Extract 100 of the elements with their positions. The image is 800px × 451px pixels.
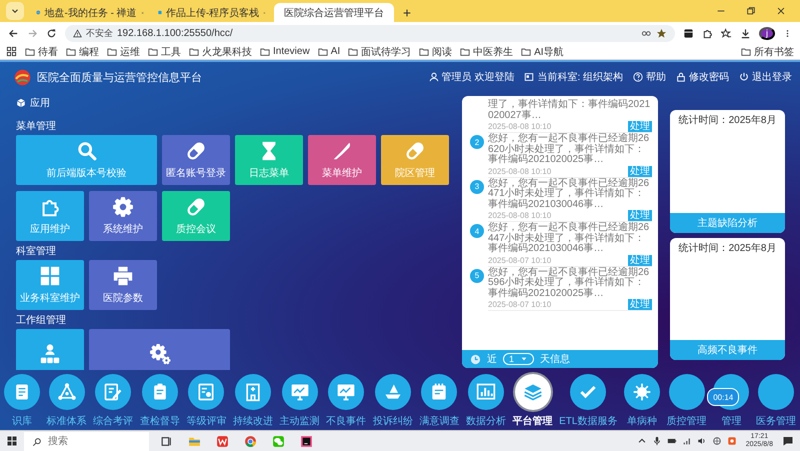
header-link[interactable]: 修改密码 (676, 70, 729, 84)
scalpel-icon (331, 140, 353, 162)
gears-icon (148, 343, 170, 365)
notification-text: 您好，您有一起不良事件已经逾期26620小时未处理了，事件详情如下：事件编码2021020025事… (488, 134, 650, 166)
app-title: 医院全面质量与运营管控信息平台 (37, 70, 202, 84)
module-button[interactable]: ETL数据服务 (559, 374, 618, 428)
header-link[interactable]: 帮助 (633, 70, 666, 84)
bookmark-folder[interactable]: 待看 (25, 44, 58, 58)
restore-icon[interactable] (746, 6, 756, 16)
group-title: 菜单管理 (16, 120, 56, 134)
folder-icon[interactable] (188, 434, 200, 448)
battery-icon[interactable] (666, 436, 677, 446)
address-field[interactable]: 不安全 192.168.1.100:25550/hcc/ (65, 24, 675, 42)
group-title: 科室管理 (16, 244, 56, 259)
bookmark-folder[interactable]: 所有书签 (741, 44, 794, 58)
url-text: 192.168.1.100:25550/hcc/ (117, 28, 234, 38)
star-icon[interactable] (656, 28, 667, 38)
section-title: 应用 (30, 96, 50, 110)
tab-list-button[interactable] (6, 2, 24, 20)
browser-tab[interactable]: 作品上传-程序员客栈 (152, 3, 272, 22)
pill-icon (185, 140, 207, 162)
stat-period: 统计时间：2025年8月 (678, 114, 776, 127)
pill-icon (185, 196, 207, 218)
reload-icon[interactable] (46, 28, 57, 38)
volume-icon[interactable] (696, 436, 707, 446)
notification-time: 2025-08-08 10:10 (488, 211, 552, 220)
header-link[interactable]: 管理员 欢迎登陆 (428, 70, 514, 84)
app-tile[interactable]: 医院参数 (89, 260, 157, 310)
plus-icon[interactable] (402, 8, 412, 18)
bookmark-folder[interactable]: 面试待学习 (348, 44, 412, 58)
clock-icon (470, 354, 481, 364)
folder-icon (148, 46, 158, 56)
number-badge: 2 (470, 135, 484, 149)
bookmark-folder[interactable]: 火龙果科技 (189, 44, 252, 58)
stat-period: 统计时间：2025年8月 (678, 242, 776, 254)
logo-icon (14, 68, 31, 86)
notification-time: 2025-08-08 10:10 (488, 166, 552, 176)
start-icon[interactable] (6, 435, 18, 447)
media-icon[interactable] (683, 28, 694, 38)
browser-icon[interactable] (244, 434, 256, 448)
bookmark-folder[interactable]: AI导航 (521, 44, 564, 58)
notification-text: 理了，事件详情如下：事件编码2021020027事… (488, 100, 652, 121)
browser-tab[interactable]: 医院综合运营管理平台 (274, 3, 394, 22)
notification-icon[interactable] (782, 435, 794, 447)
edit-document-icon (103, 382, 124, 402)
printer-icon (112, 265, 134, 287)
browser-tab[interactable]: 地盘-我的任务 - 禅道 (30, 3, 150, 22)
bookmark-folder[interactable]: 中医养生 (460, 44, 514, 58)
microphone-icon[interactable] (652, 436, 662, 446)
folder-icon (189, 46, 199, 56)
bookmark-folder[interactable]: 工具 (148, 44, 181, 58)
bookmark-folder[interactable]: AI (318, 46, 340, 57)
profile-avatar[interactable]: j (759, 26, 775, 40)
search-icon (32, 436, 42, 446)
app-tile[interactable]: 匿名账号登录 (162, 135, 230, 185)
number-badge: 4 (470, 224, 484, 238)
grid-icon (39, 265, 61, 287)
network-icon (56, 382, 77, 402)
folder-icon (348, 46, 358, 56)
folder-icon (318, 46, 328, 56)
back-icon[interactable] (8, 28, 19, 38)
org-chart-icon (39, 343, 61, 365)
number-badge: 5 (470, 268, 484, 282)
apps-grid-icon[interactable] (6, 46, 17, 57)
security-label: 不安全 (86, 26, 113, 40)
download-icon[interactable] (740, 28, 751, 38)
folder-icon (260, 46, 270, 56)
gear-icon (112, 196, 134, 218)
header-link[interactable]: 当前科室: 组织架构 (524, 70, 623, 84)
app-tile[interactable]: 菜单维护 (308, 135, 376, 185)
power-icon (739, 72, 749, 82)
timer-badge: 00:14 (707, 388, 740, 406)
bookmark-folder[interactable]: 编程 (66, 44, 99, 58)
signal-icon[interactable] (682, 436, 692, 446)
notification-text: 您好，您有一起不良事件已经逾期26596小时未处理了，事件详情如下：事件编码2021020025事… (488, 268, 650, 299)
task-view-icon[interactable] (160, 434, 172, 448)
app-tile[interactable]: 系统维护 (89, 191, 157, 241)
app-tile[interactable] (89, 329, 230, 370)
folder-icon (460, 46, 470, 56)
puzzle-icon[interactable] (702, 28, 713, 38)
bookmark-folder[interactable]: 阅读 (419, 44, 452, 58)
ide-icon[interactable] (300, 434, 312, 448)
globe-icon[interactable] (712, 436, 722, 446)
app-tile[interactable] (16, 329, 84, 370)
bookmark-folder[interactable]: 运维 (107, 44, 140, 58)
cube-icon (16, 98, 26, 108)
starred-list-icon[interactable] (721, 28, 732, 38)
warning-icon (73, 28, 82, 38)
header-link[interactable]: 退出登录 (739, 70, 792, 84)
bookmark-folder[interactable]: Inteview (260, 46, 310, 57)
folder-icon (66, 46, 76, 56)
app-icon[interactable] (726, 436, 737, 446)
folder-icon (741, 46, 751, 56)
app-icon[interactable] (216, 434, 228, 448)
notification-time: 2025-08-07 10:10 (488, 300, 552, 309)
close-icon[interactable] (776, 6, 786, 16)
help-icon (633, 72, 643, 82)
group-title: 工作组管理 (16, 314, 66, 328)
notification-text: 您好，您有一起不良事件已经逾期26447小时未处理了，事件详情如下：事件编码2021030046事… (488, 223, 650, 254)
search-field[interactable]: 搜索 (24, 432, 149, 450)
